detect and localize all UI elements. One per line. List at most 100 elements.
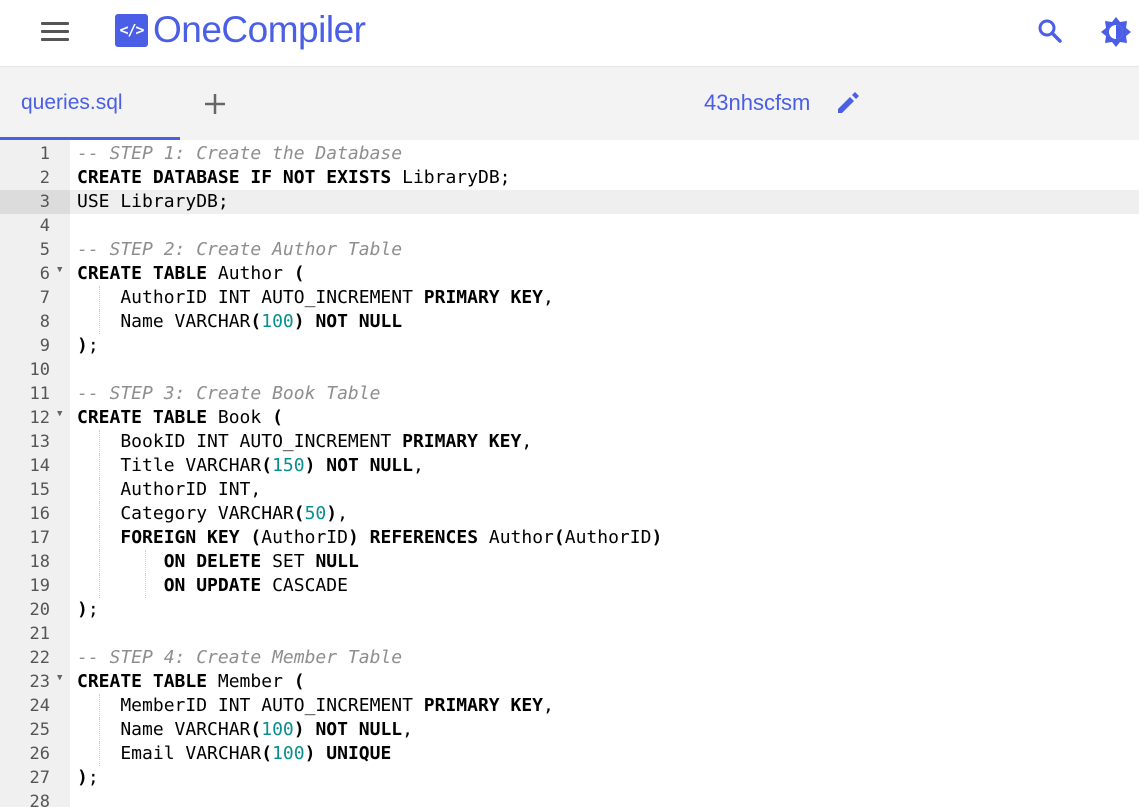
code-line[interactable]: 23 ▼ CREATE TABLE Member ( [0, 670, 1139, 694]
sql-keyword: ) [651, 527, 663, 548]
code-line-content[interactable]: ); [70, 334, 1139, 358]
code-line-content[interactable]: Category VARCHAR(50), [70, 502, 1139, 526]
search-icon[interactable] [1036, 17, 1064, 45]
sql-keyword: CREATE TABLE [77, 263, 208, 284]
code-line-content[interactable] [70, 358, 1139, 382]
sql-keyword: CREATE TABLE [77, 407, 208, 428]
code-line-content[interactable]: ); [70, 598, 1139, 622]
code-line[interactable]: 4 [0, 214, 1139, 238]
sql-text: SET [261, 551, 316, 572]
fold-arrow-icon[interactable]: ▼ [57, 409, 62, 419]
code-line-content[interactable]: AuthorID INT, [70, 478, 1139, 502]
hamburger-menu-icon[interactable] [40, 20, 70, 42]
code-text: Title VARCHAR(150) NOT NULL, [77, 454, 423, 478]
code-line[interactable]: 15 AuthorID INT, [0, 478, 1139, 502]
code-line[interactable]: 3 USE LibraryDB; [0, 190, 1139, 214]
code-text: FOREIGN KEY (AuthorID) REFERENCES Author… [77, 526, 662, 550]
sql-keyword: ) [77, 335, 88, 356]
code-line[interactable]: 12 ▼ CREATE TABLE Book ( [0, 406, 1139, 430]
code-line-content[interactable]: -- STEP 3: Create Book Table [70, 382, 1139, 406]
code-line[interactable]: 9); [0, 334, 1139, 358]
sql-number: 100 [261, 719, 294, 740]
code-text: USE LibraryDB; [77, 190, 229, 214]
sql-keyword: CREATE DATABASE IF NOT EXISTS [77, 167, 392, 188]
code-line-content[interactable]: CREATE TABLE Book ( [70, 406, 1139, 430]
code-line[interactable]: 21 [0, 622, 1139, 646]
code-line[interactable]: 19 ON UPDATE CASCADE [0, 574, 1139, 598]
code-line-content[interactable]: ON DELETE SET NULL [70, 550, 1139, 574]
code-line[interactable]: 8 Name VARCHAR(100) NOT NULL [0, 310, 1139, 334]
line-number-cell: 22 [0, 646, 70, 670]
fold-arrow-icon[interactable]: ▼ [57, 265, 62, 275]
code-line[interactable]: 20); [0, 598, 1139, 622]
sql-keyword: ) [77, 599, 88, 620]
line-number-cell: 26 [0, 742, 70, 766]
code-line-content[interactable]: FOREIGN KEY (AuthorID) REFERENCES Author… [70, 526, 1139, 550]
code-line[interactable]: 11 -- STEP 3: Create Book Table [0, 382, 1139, 406]
code-line-content[interactable]: CREATE TABLE Member ( [70, 670, 1139, 694]
code-line-content[interactable]: Name VARCHAR(100) NOT NULL, [70, 718, 1139, 742]
code-line[interactable]: 28 [0, 790, 1139, 807]
code-line[interactable]: 14 Title VARCHAR(150) NOT NULL, [0, 454, 1139, 478]
code-line[interactable]: 2 CREATE DATABASE IF NOT EXISTS LibraryDB… [0, 166, 1139, 190]
code-line[interactable]: 10 [0, 358, 1139, 382]
code-line-content[interactable] [70, 790, 1139, 807]
sql-keyword: NOT NULL [315, 719, 403, 740]
line-number-cell: 27 [0, 766, 70, 790]
code-line-content[interactable]: CREATE DATABASE IF NOT EXISTS LibraryDB; [70, 166, 1139, 190]
sql-keyword: ( [293, 503, 305, 524]
fold-arrow-icon[interactable]: ▼ [57, 673, 62, 683]
code-line-content[interactable] [70, 214, 1139, 238]
code-line-content[interactable]: -- STEP 2: Create Author Table [70, 238, 1139, 262]
code-line-content[interactable]: -- STEP 4: Create Member Table [70, 646, 1139, 670]
code-line-content[interactable]: ); [70, 766, 1139, 790]
code-text: Category VARCHAR(50), [77, 502, 348, 526]
code-line[interactable]: 18 ON DELETE SET NULL [0, 550, 1139, 574]
brightness-icon[interactable] [1100, 16, 1132, 48]
line-number: 1 [39, 144, 50, 164]
code-line[interactable]: 6 ▼ CREATE TABLE Author ( [0, 262, 1139, 286]
code-line[interactable]: 25 Name VARCHAR(100) NOT NULL, [0, 718, 1139, 742]
sql-keyword: PRIMARY KEY [423, 287, 543, 308]
code-id-title[interactable]: 43nhscfsm [704, 90, 810, 116]
code-line-content[interactable]: CREATE TABLE Author ( [70, 262, 1139, 286]
code-line-content[interactable] [70, 622, 1139, 646]
tab-queries-sql[interactable]: queries.sql [0, 67, 180, 140]
sql-keyword: NOT NULL [326, 455, 413, 476]
code-line[interactable]: 27); [0, 766, 1139, 790]
code-line-content[interactable]: MemberID INT AUTO_INCREMENT PRIMARY KEY, [70, 694, 1139, 718]
sql-keyword: ( [272, 407, 283, 428]
code-line-content[interactable]: AuthorID INT AUTO_INCREMENT PRIMARY KEY, [70, 286, 1139, 310]
code-line[interactable]: 24 MemberID INT AUTO_INCREMENT PRIMARY K… [0, 694, 1139, 718]
code-line-content[interactable]: USE LibraryDB; [70, 190, 1139, 214]
code-line[interactable]: 26 Email VARCHAR(100) UNIQUE [0, 742, 1139, 766]
brand-logo[interactable]: </> OneCompiler [115, 9, 366, 50]
plus-icon[interactable] [202, 91, 228, 117]
code-text: ); [77, 598, 99, 622]
code-line[interactable]: 22 -- STEP 4: Create Member Table [0, 646, 1139, 670]
line-number: 16 [29, 504, 50, 524]
code-line-content[interactable]: Email VARCHAR(100) UNIQUE [70, 742, 1139, 766]
code-line[interactable]: 16 Category VARCHAR(50), [0, 502, 1139, 526]
code-text: ); [77, 334, 99, 358]
code-line[interactable]: 17 FOREIGN KEY (AuthorID) REFERENCES Aut… [0, 526, 1139, 550]
sql-keyword: ON UPDATE [163, 575, 262, 596]
sql-text: MemberID INT AUTO_INCREMENT [77, 695, 424, 716]
sql-number: 150 [272, 455, 305, 476]
sql-keyword: ( [293, 671, 305, 692]
code-line-content[interactable]: BookID INT AUTO_INCREMENT PRIMARY KEY, [70, 430, 1139, 454]
code-line[interactable]: 7 AuthorID INT AUTO_INCREMENT PRIMARY KE… [0, 286, 1139, 310]
code-line[interactable]: 5 -- STEP 2: Create Author Table [0, 238, 1139, 262]
code-line-content[interactable]: ON UPDATE CASCADE [70, 574, 1139, 598]
code-editor[interactable]: 1 -- STEP 1: Create the Database 2 CREATE D… [0, 140, 1139, 807]
sql-keyword: PRIMARY KEY [402, 431, 522, 452]
line-number: 24 [29, 696, 50, 716]
pencil-icon[interactable] [834, 89, 862, 117]
code-line-content[interactable]: Name VARCHAR(100) NOT NULL [70, 310, 1139, 334]
line-number: 14 [29, 456, 50, 476]
code-line[interactable]: 1 -- STEP 1: Create the Database [0, 142, 1139, 166]
code-line-content[interactable]: -- STEP 1: Create the Database [70, 142, 1139, 166]
code-line[interactable]: 13 BookID INT AUTO_INCREMENT PRIMARY KEY… [0, 430, 1139, 454]
code-line-content[interactable]: Title VARCHAR(150) NOT NULL, [70, 454, 1139, 478]
